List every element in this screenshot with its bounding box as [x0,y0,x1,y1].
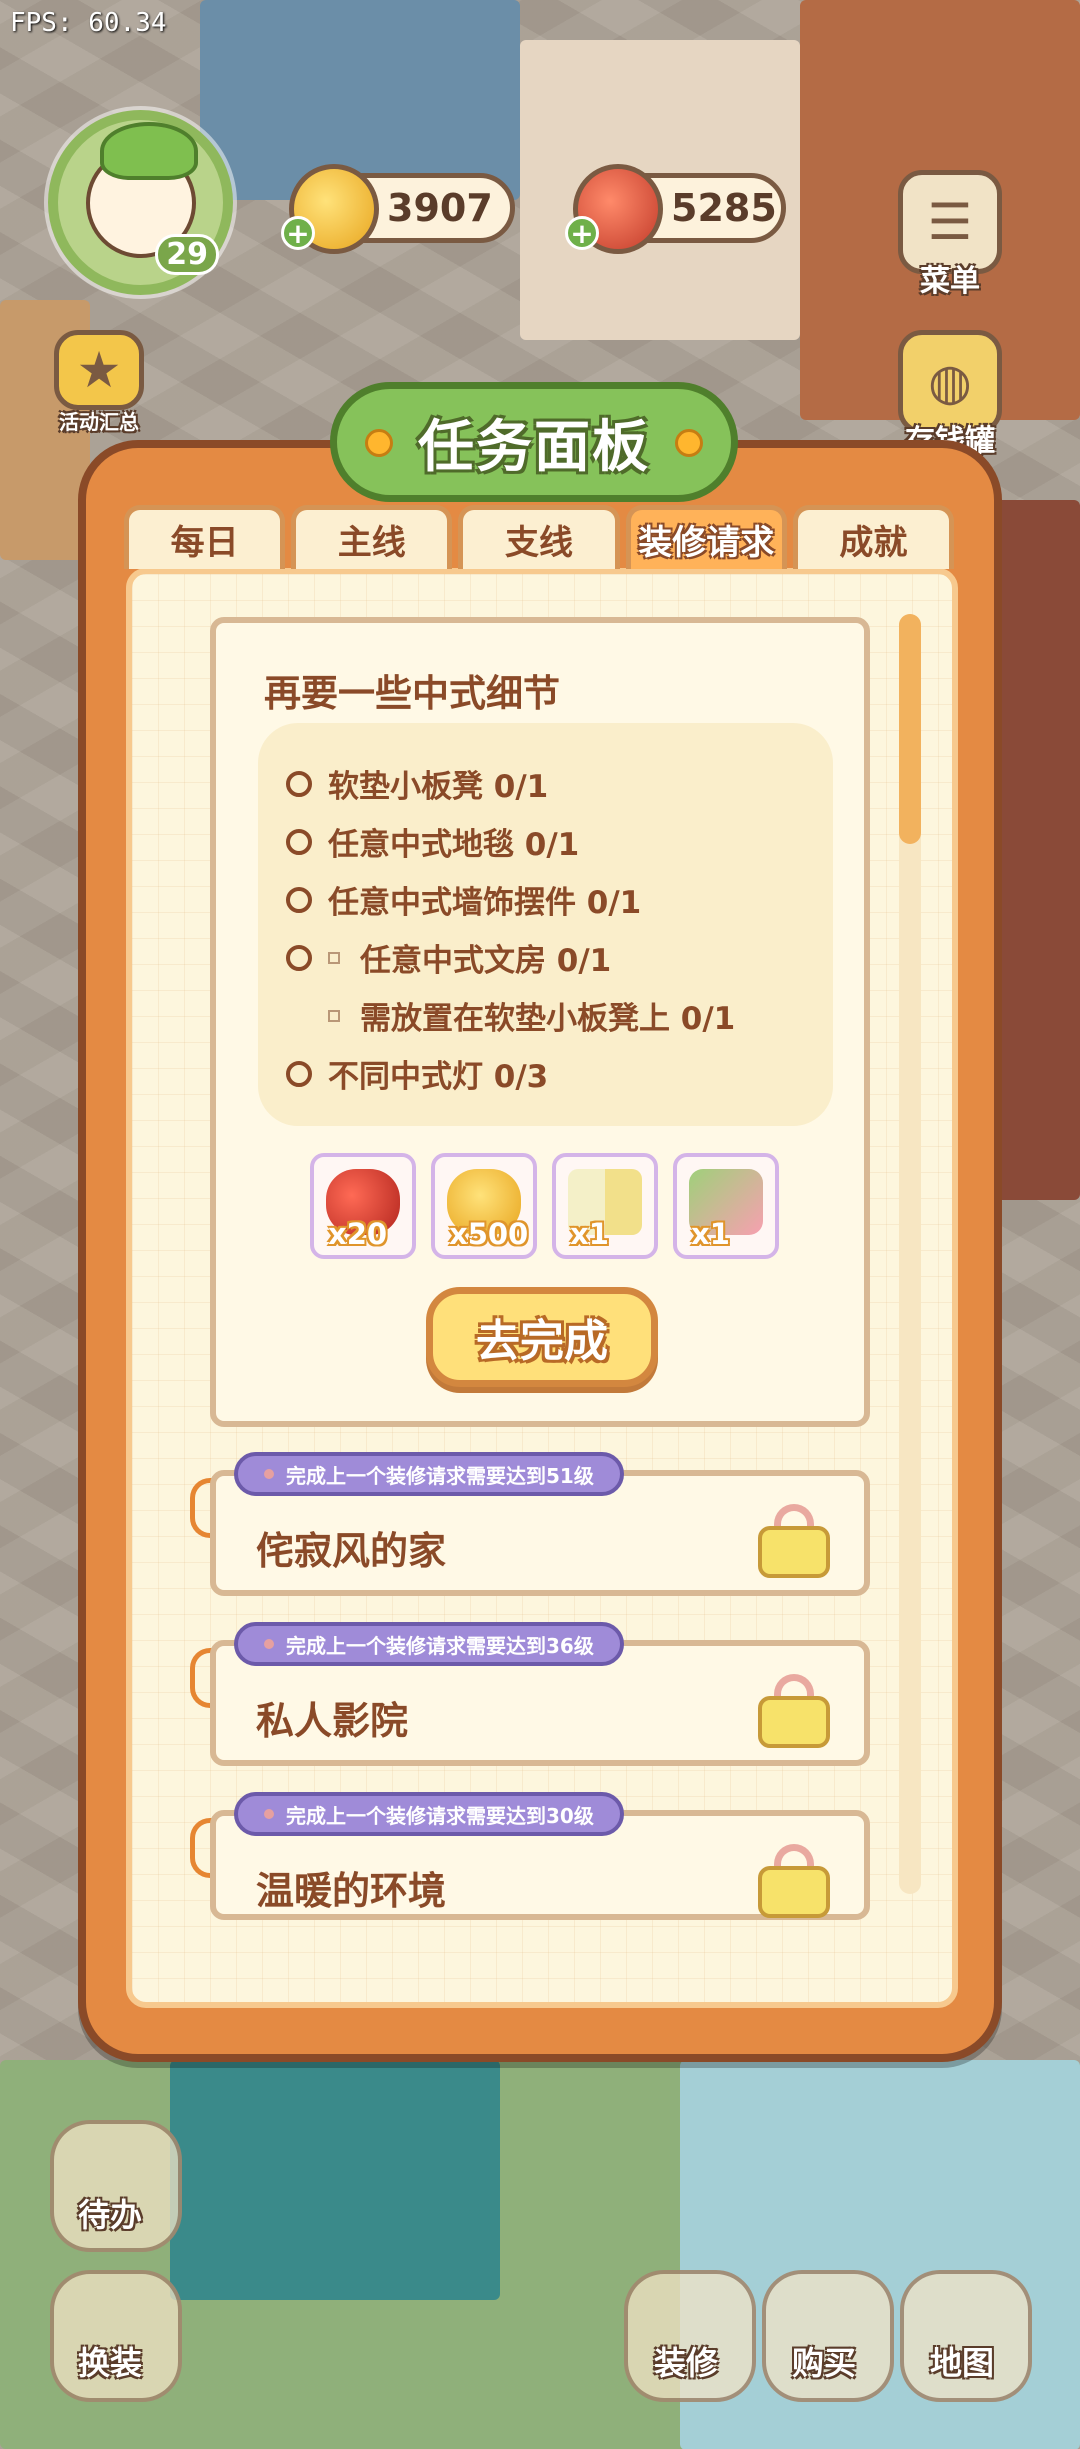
unchecked-circle-icon [286,886,312,913]
apple-counter[interactable]: + 5285 [565,164,786,254]
unchecked-circle-icon [286,944,312,971]
requirement-subitem: 需放置在软垫小板凳上 0/1 [328,993,735,1038]
reward-amount: x1 [570,1217,609,1251]
unchecked-circle-icon [286,828,312,855]
locked-request-card[interactable]: 完成上一个装修请求需要达到30级 温暖的环境 [210,1792,870,1920]
task-tabs: 每日 主线 支线 装修请求 成就 [124,505,960,569]
tab-main[interactable]: 主线 [291,505,453,569]
menu-label: 菜单 [920,264,980,299]
locked-request-name: 温暖的环境 [256,1869,447,1913]
lock-icon [754,1840,834,1920]
reward-item[interactable]: x20 [310,1153,416,1259]
decorate-label: 装修 [654,2344,719,2382]
locked-request-card[interactable]: 完成上一个装修请求需要达到36级 私人影院 [210,1622,870,1766]
apple-amount: 5285 [671,186,777,230]
events-label: 活动汇总 [59,410,139,434]
reward-amount: x20 [328,1217,388,1251]
buy-label: 购买 [792,2344,857,2382]
dress-up-label: 换装 [78,2344,143,2382]
events-icon: ★ [54,330,144,410]
reward-item[interactable]: x500 [431,1153,537,1259]
banner-dot-right [675,429,703,457]
tab-achievements[interactable]: 成就 [792,505,955,569]
panel-title-banner: 任务面板 [330,382,738,502]
tab-side[interactable]: 支线 [458,505,620,569]
level-requirement-ribbon: 完成上一个装修请求需要达到30级 [234,1792,624,1836]
tab-decoration-requests[interactable]: 装修请求 [625,505,787,569]
reward-amount: x1 [691,1217,730,1251]
player-avatar[interactable]: 29 [48,110,233,295]
level-requirement-ribbon: 完成上一个装修请求需要达到51级 [234,1452,624,1496]
requirement-text: 不同中式灯 0/3 [328,1059,549,1095]
requirement-item: 不同中式灯 0/3 [286,1051,548,1096]
requirement-text: 任意中式墙饰摆件 0/1 [328,885,642,921]
reward-amount: x500 [449,1217,529,1251]
unchecked-circle-icon [286,1060,312,1087]
events-summary-button[interactable]: ★ 活动汇总 [54,330,144,435]
coin-counter[interactable]: + 3907 [281,164,515,254]
add-coins-button[interactable]: + [281,216,315,250]
unchecked-circle-icon [286,770,312,797]
scrollbar[interactable] [899,614,921,1894]
locked-request-card[interactable]: 完成上一个装修请求需要达到51级 侘寂风的家 [210,1452,870,1596]
sub-bullet-icon [328,1009,340,1022]
map-label: 地图 [930,2344,995,2382]
todo-label: 待办 [78,2196,143,2234]
requirement-item: 任意中式地毯 0/1 [286,819,579,864]
locked-request-name: 侘寂风的家 [256,1529,447,1573]
requirement-text: 软垫小板凳 0/1 [328,769,549,805]
reward-item[interactable]: x1 [552,1153,658,1259]
go-complete-button[interactable]: 去完成 [426,1287,658,1387]
requirement-text: 任意中式文房 0/1 [360,943,612,979]
requirement-text: 任意中式地毯 0/1 [328,827,580,863]
menu-button[interactable]: ☰ 菜单 [898,170,1002,300]
reward-item[interactable]: x1 [673,1153,779,1259]
panel-title: 任务面板 [418,414,650,480]
lock-icon [754,1670,834,1750]
coin-amount: 3907 [387,186,493,230]
request-title: 再要一些中式细节 [264,672,560,715]
player-level-badge: 29 [155,234,219,275]
requirement-item: 任意中式墙饰摆件 0/1 [286,877,641,922]
fps-counter: FPS: 60.34 [10,8,167,38]
level-requirement-ribbon: 完成上一个装修请求需要达到36级 [234,1622,624,1666]
requirement-item: 任意中式文房 0/1 [286,935,611,980]
banner-dot-left [365,429,393,457]
add-apples-button[interactable]: + [565,216,599,250]
tab-daily[interactable]: 每日 [124,505,286,569]
current-request-card: 再要一些中式细节 软垫小板凳 0/1 任意中式地毯 0/1 任意中式墙饰摆件 0… [210,617,870,1427]
requirement-item: 软垫小板凳 0/1 [286,761,548,806]
requirements-box: 软垫小板凳 0/1 任意中式地毯 0/1 任意中式墙饰摆件 0/1 任意中式文房… [258,723,833,1126]
locked-request-name: 私人影院 [256,1699,409,1743]
requirement-text: 需放置在软垫小板凳上 0/1 [360,1001,736,1037]
sub-bullet-icon [328,951,340,964]
rewards-row: x20 x500 x1 x1 [310,1153,779,1259]
lock-icon [754,1500,834,1580]
scrollbar-thumb[interactable] [899,614,921,844]
